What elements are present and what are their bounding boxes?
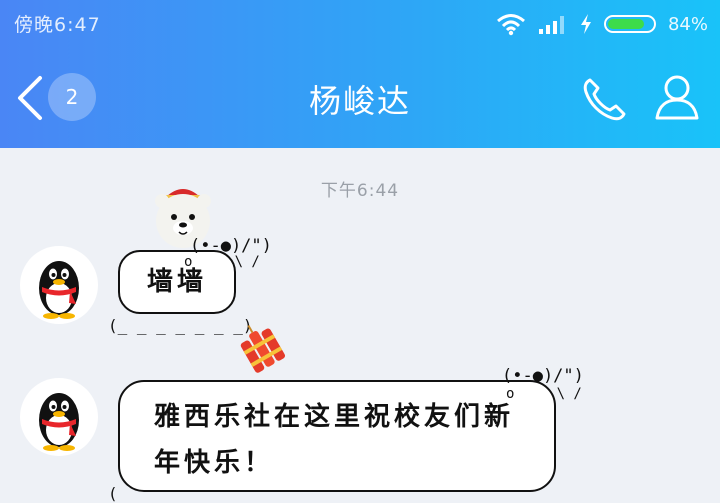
bubble-ornament: (	[108, 484, 118, 503]
qq-penguin-icon	[39, 393, 79, 451]
sender-avatar[interactable]	[20, 378, 98, 456]
battery-percent: 84%	[667, 13, 708, 35]
bubble-ornament: (•-●)/")	[502, 366, 584, 386]
message-timestamp: 下午6:44	[320, 181, 400, 201]
battery-icon	[603, 15, 656, 33]
message-bubble[interactable]: 雅西乐社在这里祝校友们新年快乐！	[118, 380, 556, 492]
wifi-icon	[497, 14, 525, 36]
bubble-ornament: (_ _ _ _ _ _ _)	[108, 316, 253, 335]
bubble-ornament: o \ /	[506, 386, 582, 402]
qq-penguin-icon	[39, 261, 79, 319]
sender-avatar[interactable]	[20, 246, 98, 324]
top-header: 傍晚6:47 84% 2 杨峻达	[0, 0, 720, 148]
person-icon[interactable]	[652, 72, 702, 122]
bubble-ornament: (•-●)/")	[190, 236, 272, 256]
charging-icon	[580, 14, 591, 34]
phone-icon[interactable]	[580, 74, 630, 124]
bubble-ornament: o \ /	[184, 254, 260, 270]
message-text: 雅西乐社在这里祝校友们新年快乐！	[154, 402, 515, 478]
battery-fill	[607, 19, 645, 29]
firecracker-sticker	[240, 325, 286, 373]
signal-icon	[538, 16, 564, 34]
status-icons: 84%	[496, 10, 708, 38]
status-time: 傍晚6:47	[14, 14, 101, 36]
